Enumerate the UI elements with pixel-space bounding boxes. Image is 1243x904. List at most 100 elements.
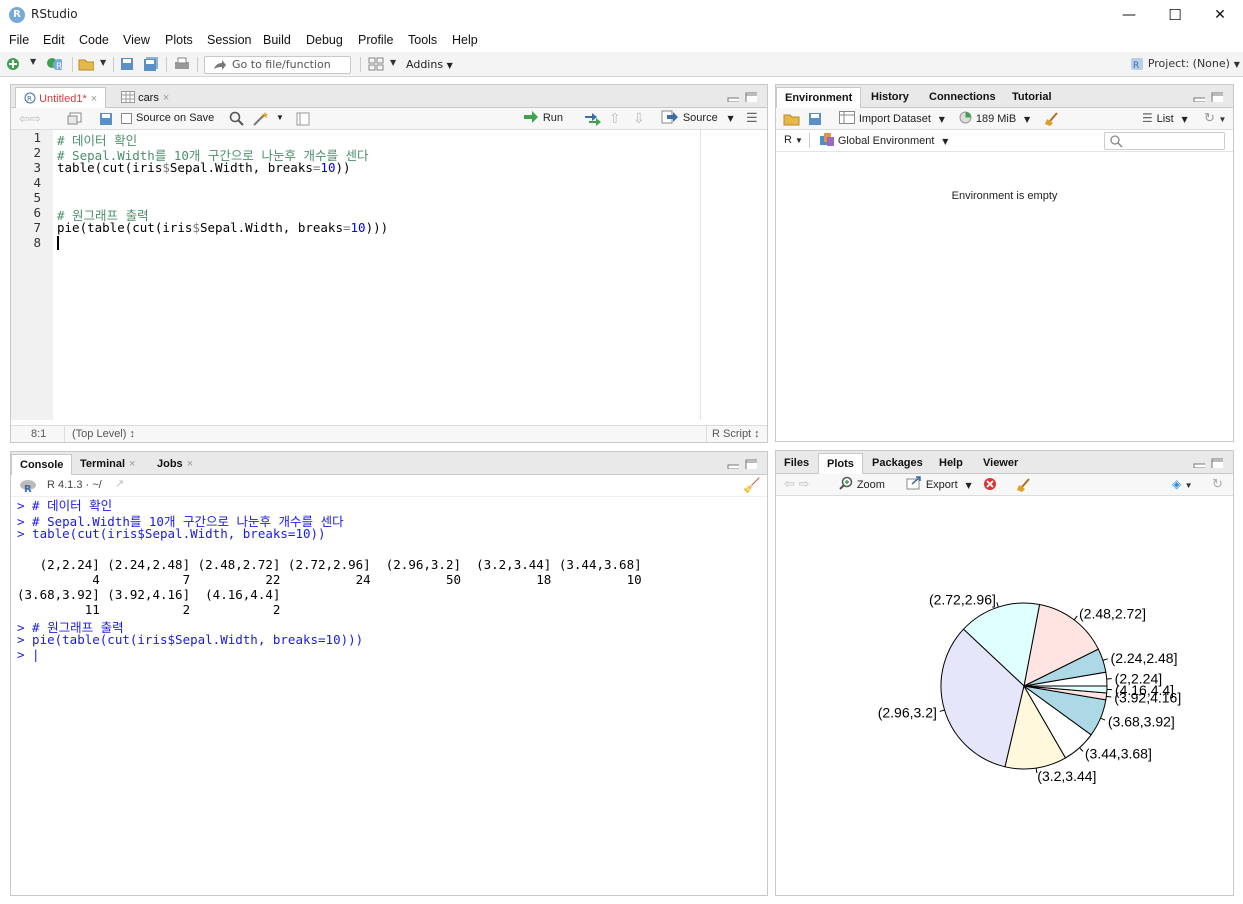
outline-lines-icon[interactable]: ☰ (746, 110, 758, 126)
panes-dropdown-icon[interactable]: ▼ (390, 58, 396, 67)
memory-usage-button[interactable]: 189 MiB ▼ (959, 111, 1030, 125)
menu-edit[interactable]: Edit (43, 33, 65, 47)
language-selector[interactable]: R ▼ (784, 134, 803, 146)
data-grid-icon (121, 91, 135, 103)
menu-file[interactable]: File (9, 33, 29, 47)
tab-tutorial[interactable]: Tutorial (1004, 87, 1060, 108)
code-tools-wand-icon[interactable] (252, 111, 270, 127)
tab-environment[interactable]: Environment (776, 87, 862, 108)
run-button[interactable]: Run (523, 110, 563, 124)
save-workspace-icon[interactable] (808, 112, 822, 126)
clear-objects-broom-icon[interactable] (1044, 111, 1060, 127)
tab-plots[interactable]: Plots (818, 453, 863, 474)
console-pane: Console Terminal × Jobs × R R 4.1.3 · ~/ ↗… (10, 451, 768, 896)
new-project-icon[interactable]: R (46, 56, 62, 70)
load-workspace-icon[interactable] (783, 112, 801, 126)
minimize-pane-icon[interactable] (727, 92, 739, 102)
minimize-pane-icon[interactable] (1193, 458, 1205, 468)
console-prompt[interactable]: > | (17, 647, 40, 662)
previous-plot-icon[interactable]: ⇦ ⇨ (784, 476, 809, 492)
addins-label: Addins (406, 58, 444, 71)
view-mode-button[interactable]: ☰ List ▼ (1142, 111, 1188, 125)
tab-history[interactable]: History (863, 87, 917, 108)
close-tab-icon[interactable]: × (163, 92, 169, 104)
back-arrow-icon[interactable]: ⇦⇨ (19, 111, 41, 127)
new-file-icon[interactable] (6, 57, 22, 71)
menu-profile[interactable]: Profile (358, 33, 393, 47)
import-dataset-button[interactable]: Import Dataset ▼ (839, 111, 945, 125)
tab-help[interactable]: Help (931, 453, 971, 474)
rerun-icon[interactable] (584, 112, 602, 126)
tab-packages[interactable]: Packages (864, 453, 931, 474)
tab-terminal[interactable]: Terminal × (72, 454, 143, 475)
menu-help[interactable]: Help (452, 33, 478, 47)
minimize-pane-icon[interactable] (727, 459, 739, 469)
menu-code[interactable]: Code (79, 33, 109, 47)
save-all-icon[interactable] (143, 57, 159, 71)
tab-untitled1[interactable]: R Untitled1* × (15, 87, 107, 108)
go-to-directory-icon[interactable]: ↗ (115, 477, 124, 490)
svg-text:R: R (27, 95, 32, 103)
document-outline-icon[interactable] (296, 112, 310, 126)
minimize-button[interactable]: — (1106, 0, 1152, 30)
open-recent-dropdown-icon[interactable]: ▼ (100, 58, 106, 67)
console-output[interactable]: > # 데이터 확인 > # Sepal.Width를 10개 구간으로 나눈후… (11, 497, 767, 895)
line-number: 5 (33, 190, 41, 205)
search-icon[interactable] (229, 111, 245, 127)
menu-build[interactable]: Build (263, 33, 291, 47)
zoom-button[interactable]: Zoom (839, 476, 885, 491)
open-folder-icon[interactable] (78, 57, 94, 71)
go-down-icon[interactable]: ⇩ (633, 110, 645, 127)
code-tools-dropdown-icon[interactable]: ▼ (276, 113, 284, 122)
file-type-selector[interactable]: R Script ↕ (712, 428, 760, 440)
maximize-pane-icon[interactable] (745, 92, 757, 102)
tab-connections[interactable]: Connections (921, 87, 1004, 108)
menu-session[interactable]: Session (207, 33, 251, 47)
publish-icon[interactable]: ◈ ▼ (1172, 477, 1192, 491)
save-icon[interactable] (120, 57, 136, 71)
maximize-pane-icon[interactable] (745, 459, 757, 469)
tab-console[interactable]: Console (11, 454, 73, 475)
code-editor[interactable]: # 데이터 확인 # Sepal.Width를 10개 구간으로 나눈후 개수를… (53, 130, 767, 420)
minimize-pane-icon[interactable] (1193, 92, 1205, 102)
pie-label-tick (1100, 717, 1106, 721)
clear-plots-broom-icon[interactable] (1016, 477, 1032, 493)
show-in-window-icon[interactable] (67, 112, 83, 126)
new-file-dropdown-icon[interactable]: ▼ (30, 57, 36, 66)
pie-label-tick (939, 709, 945, 712)
tab-files[interactable]: Files (776, 453, 817, 474)
print-icon[interactable] (174, 57, 190, 71)
addins-button[interactable]: Addins ▼ (406, 58, 453, 71)
environment-search-input[interactable] (1104, 132, 1225, 150)
source-pane: R Untitled1* × cars × ⇦⇨ Source on Save ▼ … (10, 84, 768, 443)
scope-selector[interactable]: (Top Level) ↕ (72, 428, 135, 440)
source-on-save-checkbox[interactable] (121, 113, 132, 124)
refresh-icon[interactable]: ↻ ▼ (1204, 110, 1226, 126)
refresh-icon[interactable]: ↻ (1212, 476, 1223, 492)
save-icon[interactable] (99, 112, 113, 126)
go-to-file-input[interactable]: Go to file/function (204, 56, 351, 74)
menu-tools[interactable]: Tools (408, 33, 437, 47)
menu-plots[interactable]: Plots (165, 33, 193, 47)
tab-cars[interactable]: cars × (113, 87, 177, 108)
maximize-pane-icon[interactable] (1211, 458, 1223, 468)
export-button[interactable]: Export ▼ (906, 476, 972, 491)
close-button[interactable]: ✕ (1197, 0, 1243, 30)
project-menu[interactable]: R Project: (None) ▼ (1130, 56, 1240, 71)
menu-view[interactable]: View (123, 33, 150, 47)
pie-label: (3.44,3.68] (1085, 746, 1152, 762)
files-tabbar: Files Plots Packages Help Viewer (776, 451, 1233, 474)
go-up-icon[interactable]: ⇧ (609, 110, 621, 127)
tab-jobs[interactable]: Jobs × (149, 454, 201, 475)
workspace-panes-icon[interactable] (368, 57, 384, 71)
maximize-button[interactable]: ☐ (1152, 0, 1198, 30)
tab-viewer[interactable]: Viewer (975, 453, 1026, 474)
maximize-pane-icon[interactable] (1211, 92, 1223, 102)
remove-plot-icon[interactable] (983, 477, 997, 491)
source-button[interactable]: Source ▼ (661, 110, 734, 124)
close-tab-icon[interactable]: × (91, 93, 97, 105)
zoom-label: Zoom (856, 479, 885, 491)
environment-scope-selector[interactable]: Global Environment ▼ (820, 133, 948, 147)
clear-console-broom-icon[interactable]: 🧹 (743, 477, 760, 494)
menu-debug[interactable]: Debug (306, 33, 343, 47)
